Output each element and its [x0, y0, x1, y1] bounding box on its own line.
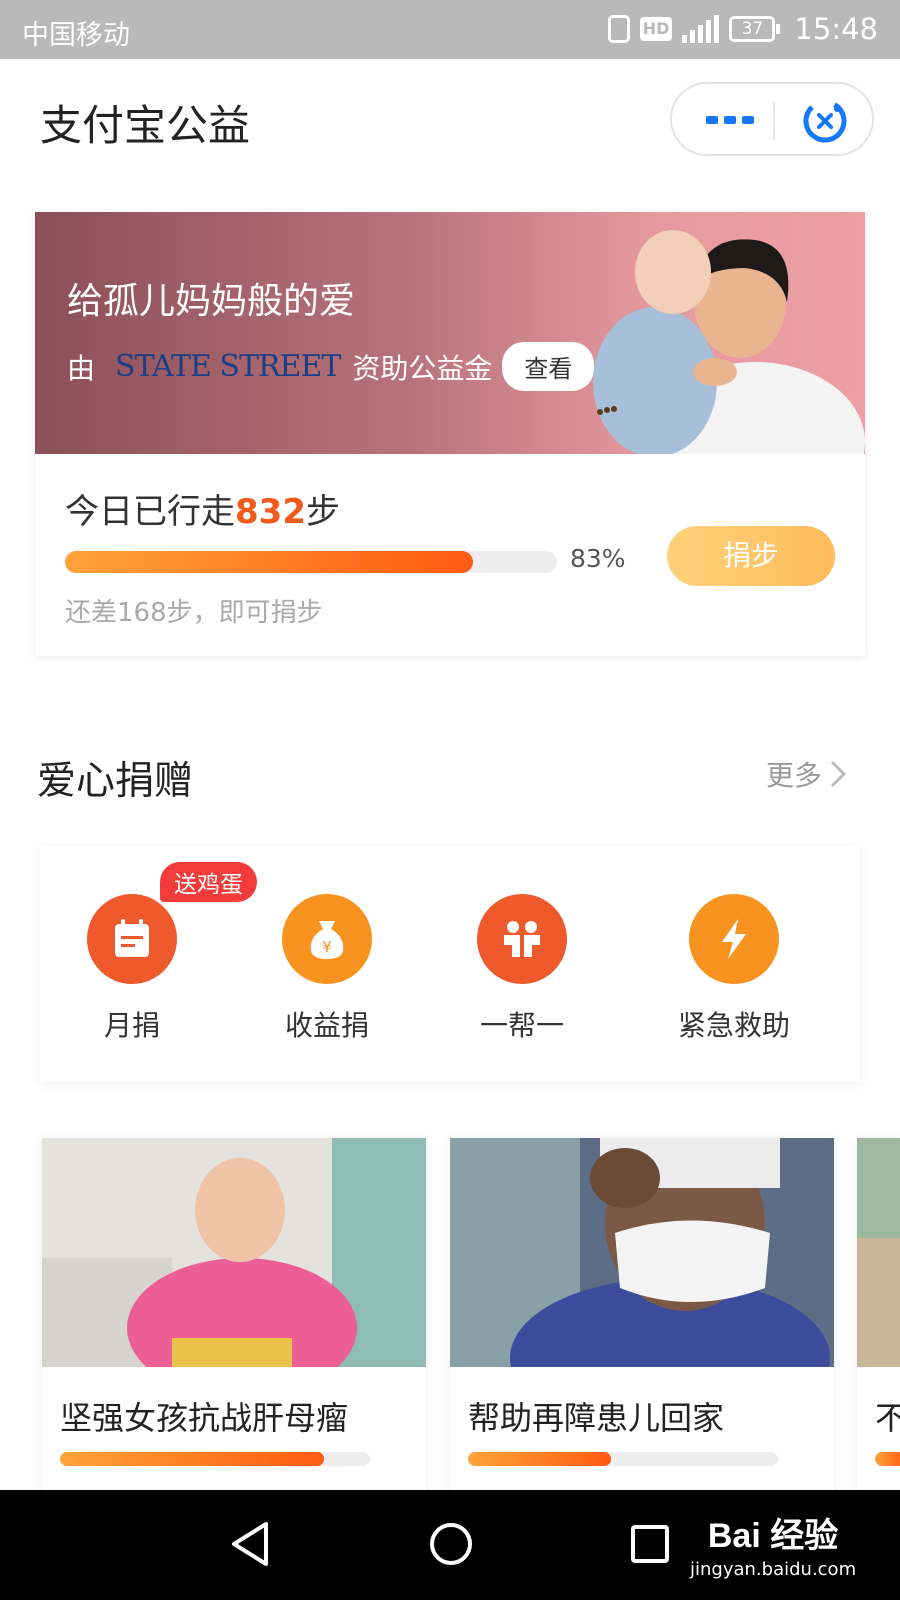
promo-banner[interactable]: 给孤儿妈妈般的爱 由 STATE STREET 资助公益金 查看 — [35, 212, 865, 454]
steps-count: 832 — [235, 492, 306, 532]
project-progress-fill — [875, 1452, 900, 1466]
project-progress-bar — [60, 1452, 370, 1466]
category-emergency[interactable]: 紧急救助 — [644, 894, 824, 1044]
status-icons: HD 37 15:48 — [607, 12, 878, 46]
battery-level: 37 — [729, 16, 776, 42]
project-title: 不 — [875, 1399, 900, 1437]
project-progress-bar — [468, 1452, 778, 1466]
home-icon[interactable] — [428, 1520, 474, 1568]
money-bag-icon: ¥ — [282, 894, 372, 984]
calendar-icon — [87, 894, 177, 984]
more-menu-icon[interactable] — [706, 116, 756, 124]
back-icon[interactable] — [228, 1520, 272, 1568]
capsule-divider — [773, 102, 775, 140]
section-title: 爱心捐赠 — [37, 759, 194, 804]
vibrate-icon — [607, 15, 630, 43]
steps-progress-fill — [65, 551, 474, 573]
steps-card: 给孤儿妈妈般的爱 由 STATE STREET 资助公益金 查看 今日已行走83… — [35, 212, 865, 656]
hd-icon: HD — [639, 17, 673, 41]
category-label: 月捐 — [103, 1009, 160, 1042]
status-bar: 中国移动 HD 37 15:48 — [0, 0, 900, 59]
steps-unit: 步 — [305, 492, 340, 532]
more-label: 更多 — [766, 759, 823, 792]
carrier-name: 中国移动 — [22, 20, 130, 51]
project-progress-fill — [468, 1452, 611, 1466]
category-label: 一帮一 — [479, 1009, 564, 1042]
category-one-to-one[interactable]: 一帮一 — [432, 894, 612, 1044]
project-title: 帮助再障患儿回家 — [468, 1399, 725, 1437]
banner-sponsor-line: 由 STATE STREET 资助公益金 查看 — [67, 342, 595, 391]
project-card[interactable]: 帮助再障患儿回家 — [450, 1138, 834, 1498]
project-card[interactable]: 不 — [857, 1138, 900, 1498]
clock: 15:48 — [794, 12, 878, 46]
donation-categories: 月捐 送鸡蛋 ¥ 收益捐 一帮一 紧急救助 — [40, 846, 860, 1082]
banner-suffix: 资助公益金 — [352, 351, 493, 385]
page-title: 支付宝公益 — [40, 101, 251, 150]
chevron-right-icon — [830, 760, 847, 788]
people-icon — [477, 894, 567, 984]
project-card[interactable]: 坚强女孩抗战肝母瘤 — [42, 1138, 426, 1498]
banner-title: 给孤儿妈妈般的爱 — [67, 281, 356, 322]
category-monthly[interactable]: 月捐 — [42, 894, 222, 1044]
baidu-watermark: Bai 经验 jingyan.baidu.com — [690, 1508, 856, 1580]
lightning-icon — [689, 894, 779, 984]
steps-percent: 83% — [570, 544, 626, 573]
project-image — [450, 1138, 834, 1367]
project-title: 坚强女孩抗战肝母瘤 — [60, 1399, 349, 1437]
watermark-url: jingyan.baidu.com — [690, 1559, 857, 1580]
project-progress-bar — [875, 1452, 900, 1466]
mini-app-capsule — [670, 82, 874, 156]
category-yield[interactable]: ¥ 收益捐 — [237, 894, 417, 1044]
steps-label: 今日已行走 — [65, 492, 235, 532]
banner-prefix: 由 — [67, 351, 96, 385]
banner-photo — [593, 230, 865, 454]
close-icon[interactable] — [802, 98, 848, 148]
project-image — [857, 1138, 900, 1367]
battery-icon: 37 — [729, 16, 781, 42]
steps-hint: 还差168步，即可捐步 — [65, 598, 323, 628]
project-image — [42, 1138, 426, 1367]
sponsor-logo: STATE STREET — [115, 349, 341, 384]
project-progress-fill — [60, 1452, 324, 1466]
system-nav-bar: Bai 经验 jingyan.baidu.com — [0, 1490, 900, 1600]
signal-icon — [682, 15, 720, 43]
watermark-logo: Bai 经验 — [707, 1517, 839, 1555]
steps-title: 今日已行走832步 — [65, 484, 340, 533]
recent-apps-icon[interactable] — [630, 1520, 670, 1568]
donate-steps-button[interactable]: 捐步 — [667, 526, 835, 586]
category-label: 紧急救助 — [677, 1009, 790, 1042]
more-link[interactable]: 更多 — [766, 754, 847, 794]
steps-progress-bar — [65, 551, 557, 573]
svg-text:¥: ¥ — [322, 938, 332, 956]
category-label: 收益捐 — [284, 1009, 369, 1042]
